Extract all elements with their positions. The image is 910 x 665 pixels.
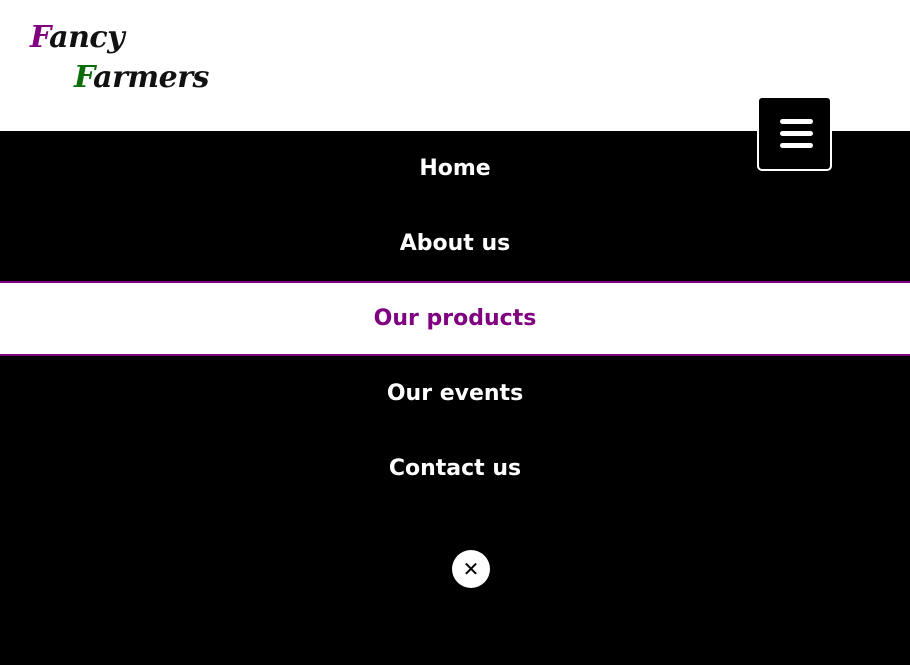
logo-initial-1: F	[30, 20, 50, 55]
logo-text-2: armers	[93, 60, 209, 95]
nav-item-our-events[interactable]: Our events	[0, 356, 910, 431]
nav-item-about-us[interactable]: About us	[0, 206, 910, 281]
nav-item-our-products[interactable]: Our products	[0, 281, 910, 356]
hamburger-menu-icon-bar-middle	[780, 131, 813, 136]
nav-item-contact-us[interactable]: Contact us	[0, 431, 910, 506]
nav-menu: Home About us Our products Our events Co…	[0, 131, 910, 665]
hamburger-menu-icon-bar-bottom	[780, 143, 813, 148]
site-logo[interactable]: Fancy Farmers	[30, 18, 209, 98]
logo-text-1: ancy	[49, 20, 125, 55]
hamburger-menu-icon-bar-top	[780, 119, 813, 124]
close-menu-button[interactable]: ✕	[452, 550, 490, 588]
logo-initial-2: F	[74, 60, 94, 95]
logo-line-2: Farmers	[30, 58, 209, 98]
hamburger-menu-button[interactable]	[757, 96, 832, 171]
logo-line-1: Fancy	[30, 18, 209, 58]
close-icon: ✕	[462, 557, 480, 581]
